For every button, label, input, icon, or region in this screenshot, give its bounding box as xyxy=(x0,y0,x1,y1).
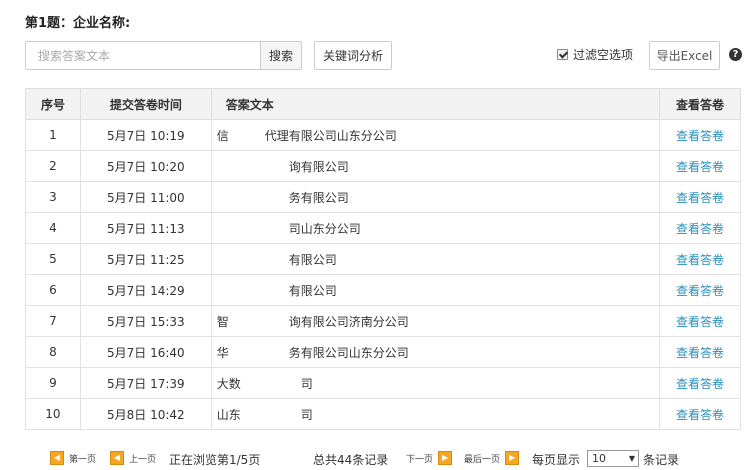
prev-page-button[interactable]: ◀ 上一页 xyxy=(110,451,156,465)
next-page-button[interactable]: 下一页 ▶ xyxy=(406,451,453,465)
row-text: 务有限公司 xyxy=(210,181,661,213)
search-input[interactable] xyxy=(25,41,260,70)
total-records: 总共44条记录 xyxy=(313,453,389,467)
header-text: 答案文本 xyxy=(210,88,661,120)
per-page-label: 每页显示 xyxy=(532,453,581,467)
next-page-label: 下一页 xyxy=(406,454,434,465)
last-page-label: 最后一页 xyxy=(464,454,501,465)
view-answer-link[interactable]: 查看答卷 xyxy=(659,212,741,244)
page-size-select[interactable]: 10 ▼ xyxy=(587,450,639,467)
row-index: 7 xyxy=(25,305,81,337)
row-time: 5月7日 11:25 xyxy=(79,243,212,275)
table-row: 5 5月7日 11:25 有限公司 查看答卷 xyxy=(25,243,741,275)
row-text: 山东 司 xyxy=(210,398,661,430)
search-button[interactable]: 搜索 xyxy=(260,41,302,70)
row-index: 4 xyxy=(25,212,81,244)
last-page-button[interactable]: 最后一页 ▶ xyxy=(464,451,520,465)
view-answer-link[interactable]: 查看答卷 xyxy=(659,336,741,368)
view-answer-link[interactable]: 查看答卷 xyxy=(659,150,741,182)
view-answer-link[interactable]: 查看答卷 xyxy=(659,243,741,275)
first-page-label: 第一页 xyxy=(69,454,97,465)
row-index: 8 xyxy=(25,336,81,368)
row-time: 5月7日 14:29 xyxy=(79,274,212,306)
header-time: 提交答卷时间 xyxy=(79,88,212,120)
row-text: 有限公司 xyxy=(210,274,661,306)
view-answer-link[interactable]: 查看答卷 xyxy=(659,305,741,337)
filter-label: 过滤空选项 xyxy=(573,48,634,62)
row-index: 9 xyxy=(25,367,81,399)
keyword-analysis-button[interactable]: 关键词分析 xyxy=(314,41,392,70)
row-time: 5月7日 16:40 xyxy=(79,336,212,368)
next-page-icon: ▶ xyxy=(438,451,453,465)
row-time: 5月7日 15:33 xyxy=(79,305,212,337)
view-answer-link[interactable]: 查看答卷 xyxy=(659,119,741,151)
first-page-icon: ◀ xyxy=(50,451,64,465)
view-answer-link[interactable]: 查看答卷 xyxy=(659,367,741,399)
prev-page-icon: ◀ xyxy=(110,451,124,465)
table-row: 3 5月7日 11:00 务有限公司 查看答卷 xyxy=(25,181,741,213)
table-row: 8 5月7日 16:40 华 务有限公司山东分公司 查看答卷 xyxy=(25,336,741,368)
row-text: 华 务有限公司山东分公司 xyxy=(210,336,661,368)
row-time: 5月7日 10:20 xyxy=(79,150,212,182)
row-text: 司山东分公司 xyxy=(210,212,661,244)
row-text: 询有限公司 xyxy=(210,150,661,182)
row-time: 5月8日 10:42 xyxy=(79,398,212,430)
last-page-icon: ▶ xyxy=(505,451,520,465)
row-index: 1 xyxy=(25,119,81,151)
row-index: 3 xyxy=(25,181,81,213)
row-index: 2 xyxy=(25,150,81,182)
question-title: 第1题：企业名称: xyxy=(25,16,131,31)
row-time: 5月7日 11:00 xyxy=(79,181,212,213)
table-row: 10 5月8日 10:42 山东 司查看答卷 xyxy=(25,398,741,430)
records-suffix: 条记录 xyxy=(643,453,680,467)
row-time: 5月7日 10:19 xyxy=(79,119,212,151)
table-row: 6 5月7日 14:29 有限公司 查看答卷 xyxy=(25,274,741,306)
row-index: 5 xyxy=(25,243,81,275)
table-row: 4 5月7日 11:13 司山东分公司 查看答卷 xyxy=(25,212,741,244)
answers-table: 序号 提交答卷时间 答案文本 查看答卷 1 5月7日 10:19 信 代理有限公司山… xyxy=(25,88,741,430)
filter-empty-option[interactable]: 过滤空选项 xyxy=(557,46,633,63)
table-row: 2 5月7日 10:20 询有限公司 查看答卷 xyxy=(25,150,741,182)
row-text: 大数 司 xyxy=(210,367,661,399)
row-time: 5月7日 11:13 xyxy=(79,212,212,244)
filter-checkbox[interactable] xyxy=(557,49,568,60)
chevron-down-icon: ▼ xyxy=(628,454,635,463)
table-row: 7 5月7日 15:33 智 询有限公司济南分公司 查看答卷 xyxy=(25,305,741,337)
first-page-button[interactable]: ◀ 第一页 xyxy=(50,451,96,465)
view-answer-link[interactable]: 查看答卷 xyxy=(659,181,741,213)
row-text: 有限公司 xyxy=(210,243,661,275)
table-row: 9 5月7日 17:39 大数 司查看答卷 xyxy=(25,367,741,399)
page-status: 正在浏览第1/5页 xyxy=(169,453,261,467)
view-answer-link[interactable]: 查看答卷 xyxy=(659,274,741,306)
prev-page-label: 上一页 xyxy=(129,454,157,465)
export-excel-button[interactable]: 导出Excel xyxy=(649,41,720,70)
row-text: 智 询有限公司济南分公司 xyxy=(210,305,661,337)
row-time: 5月7日 17:39 xyxy=(79,367,212,399)
table-header-row: 序号 提交答卷时间 答案文本 查看答卷 xyxy=(25,88,741,120)
table-row: 1 5月7日 10:19 信 代理有限公司山东分公司 查看答卷 xyxy=(25,119,741,151)
header-index: 序号 xyxy=(25,88,81,120)
help-icon[interactable]: ? xyxy=(729,48,742,61)
row-index: 10 xyxy=(25,398,81,430)
page-size-value: 10 xyxy=(592,452,606,465)
row-text: 信 代理有限公司山东分公司 xyxy=(210,119,661,151)
view-answer-link[interactable]: 查看答卷 xyxy=(659,398,741,430)
pagination: ◀ 第一页 ◀ 上一页 正在浏览第1/5页 总共44条记录 下一页 ▶ 最后一页… xyxy=(0,448,748,470)
header-view: 查看答卷 xyxy=(659,88,741,120)
row-index: 6 xyxy=(25,274,81,306)
